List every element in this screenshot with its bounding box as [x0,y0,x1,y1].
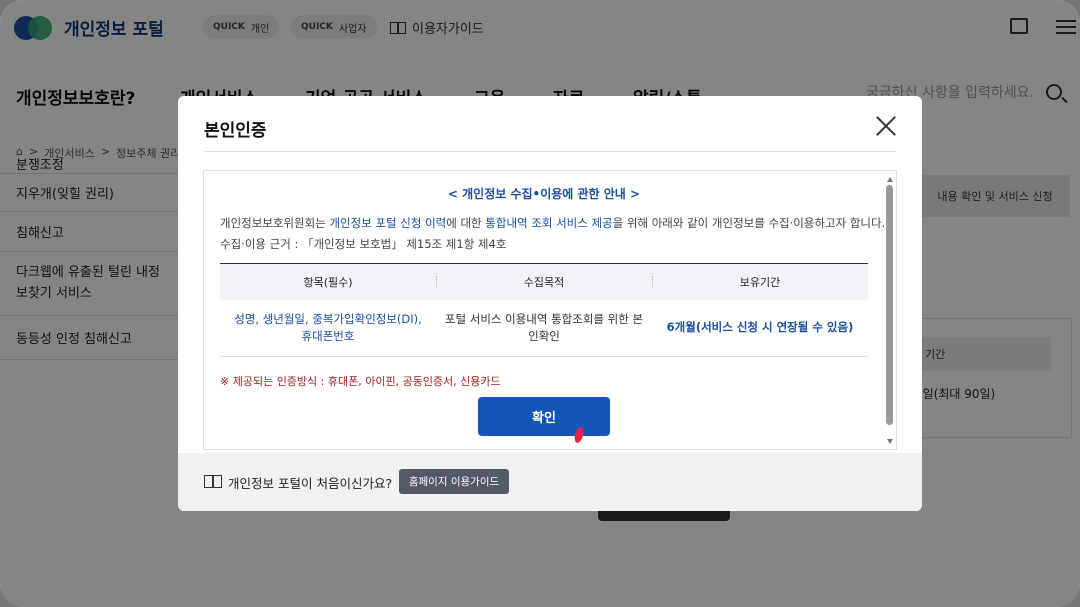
info-heading: < 개인정보 수집•이용에 관한 안내 > [447,187,641,201]
scrollbar-thumb[interactable] [886,185,893,425]
description: 개인정보보호위원회는 개인정보 포털 신청 이력에 대한 통합내역 조회 서비스… [220,216,886,230]
auth-method-notice: ※ 제공되는 인증방식 : 휴대폰, 아이핀, 공동인증서, 신용카드 [220,375,501,388]
divider [204,151,896,152]
homepage-guide-button[interactable]: 홈페이지 이용가이드 [399,469,509,494]
footer-text: 개인정보 포털이 처음이신가요? [228,476,393,491]
column-header: 수집목적 [436,264,652,300]
book-icon [204,475,222,488]
table-row: 성명, 생년월일, 중복가입확인정보(DI), 휴대폰번호 포털 서비스 이용내… [220,300,868,357]
table-cell-period: 6개월(서비스 신청 시 연장될 수 있음) [666,320,854,335]
column-header: 보유기간 [652,264,868,300]
scrollbar[interactable] [884,173,896,447]
table-header: 항목(필수) 수집목적 보유기간 [220,263,868,300]
scroll-up-icon[interactable] [887,177,893,182]
browser-frame: 개인정보 포털 QUICK 개인 QUICK 사업자 이용자가이드 개인정보보호… [0,0,1080,607]
consent-table: 항목(필수) 수집목적 보유기간 성명, 생년월일, 중복가입확인정보(DI),… [220,263,868,357]
legal-basis: 수집·이용 근거 : 「개인정보 보호법」 제15조 제1항 제4호 [220,237,507,251]
modal-footer: 개인정보 포털이 처음이신가요? 홈페이지 이용가이드 [178,453,922,511]
scroll-down-icon[interactable] [887,439,893,444]
confirm-button[interactable]: 확인 [478,397,610,436]
column-header: 항목(필수) [303,276,353,289]
consent-content: < 개인정보 수집•이용에 관한 안내 > 개인정보보호위원회는 개인정보 포털… [203,170,897,480]
table-cell-items: 성명, 생년월일, 중복가입확인정보(DI), 휴대폰번호 [234,311,422,343]
close-icon[interactable] [876,116,896,136]
table-cell-purpose: 포털 서비스 이용내역 통합조회를 위한 본인확인 [444,311,644,343]
modal-title: 본인인증 [204,121,267,141]
identity-verification-modal: 본인인증 < 개인정보 수집•이용에 관한 안내 > 개인정보보호위원회는 개인… [178,96,922,511]
